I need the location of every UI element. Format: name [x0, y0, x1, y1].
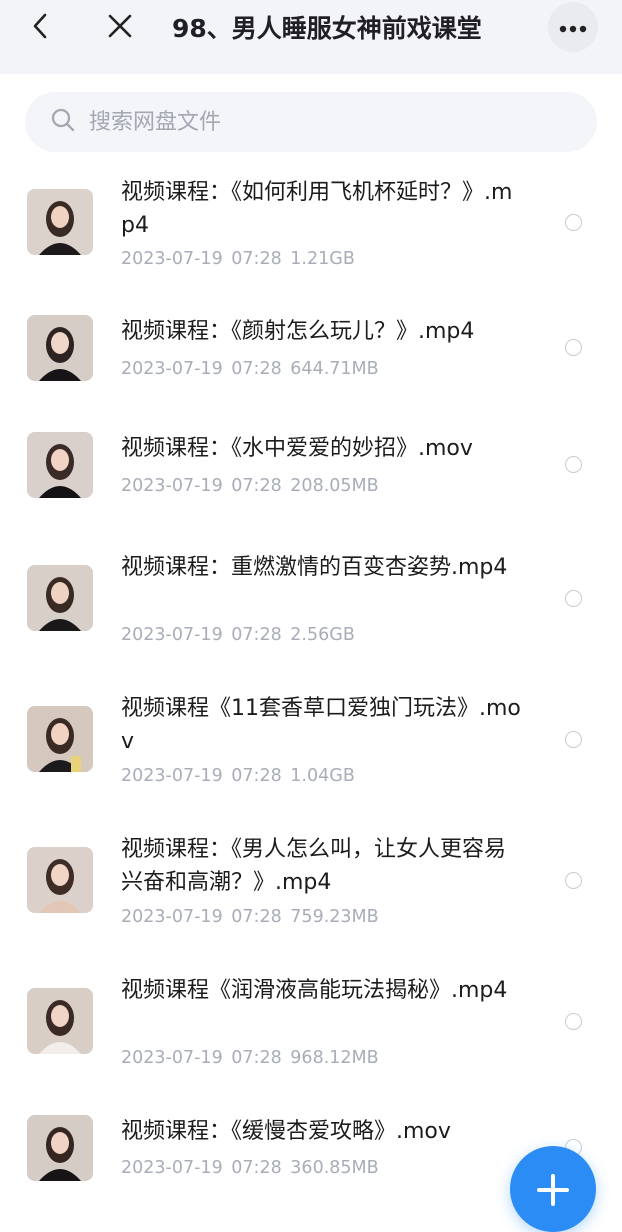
file-meta: 2023-07-19 07:28 1.04GB — [121, 764, 355, 788]
file-size: 968.12MB — [290, 1048, 379, 1068]
file-time: 07:28 — [231, 476, 282, 496]
select-radio[interactable] — [565, 590, 582, 607]
file-name: 视频课程《11套香草口爱独门玩法》.mov — [121, 696, 521, 754]
file-meta: 2023-07-19 07:28 644.71MB — [121, 357, 379, 381]
select-radio[interactable] — [565, 456, 582, 473]
file-name: 视频课程：重燃激情的百变杏姿势.mp4 — [121, 555, 508, 580]
video-thumbnail — [27, 432, 93, 498]
file-meta: 2023-07-19 07:28 968.12MB — [121, 1046, 379, 1070]
select-radio[interactable] — [565, 339, 582, 356]
select-radio[interactable] — [565, 214, 582, 231]
select-radio[interactable] — [565, 872, 582, 889]
video-thumbnail — [27, 315, 93, 381]
video-thumbnail — [27, 988, 93, 1054]
file-meta: 2023-07-19 07:28 759.23MB — [121, 905, 379, 929]
file-time: 07:28 — [231, 359, 282, 379]
file-name: 视频课程：《男人怎么叫，让女人更容易兴奋和高潮？》.mp4 — [121, 837, 507, 895]
file-date: 2023-07-19 — [121, 476, 223, 496]
file-time: 07:28 — [231, 249, 282, 269]
top-bar: 98、男人睡服女神前戏课堂 — [0, 0, 622, 74]
back-button[interactable] — [22, 0, 58, 56]
file-time: 07:28 — [231, 766, 282, 786]
file-name: 视频课程：《缓慢杏爱攻略》.mov — [121, 1119, 451, 1144]
file-name: 视频课程：《颜射怎么玩儿？》.mp4 — [121, 319, 475, 344]
file-meta: 2023-07-19 07:28 1.21GB — [121, 247, 355, 271]
file-date: 2023-07-19 — [121, 249, 223, 269]
search-icon — [51, 108, 75, 136]
file-size: 759.23MB — [290, 907, 379, 927]
file-time: 07:28 — [231, 1048, 282, 1068]
video-thumbnail — [27, 189, 93, 255]
file-time: 07:28 — [231, 907, 282, 927]
file-date: 2023-07-19 — [121, 907, 223, 927]
file-size: 2.56GB — [290, 625, 355, 645]
video-thumbnail — [27, 565, 93, 631]
file-item[interactable]: 视频课程：重燃激情的百变杏姿势.mp4 2023-07-19 07:28 2.5… — [0, 551, 622, 661]
file-date: 2023-07-19 — [121, 625, 223, 645]
file-size: 1.21GB — [290, 249, 355, 269]
video-thumbnail — [27, 847, 93, 913]
close-icon — [108, 14, 132, 42]
file-time: 07:28 — [231, 625, 282, 645]
file-time: 07:28 — [231, 1158, 282, 1178]
file-item[interactable]: 视频课程：《如何利用飞机杯延时？》.mp4 2023-07-19 07:28 1… — [0, 176, 622, 286]
select-radio[interactable] — [565, 731, 582, 748]
file-date: 2023-07-19 — [121, 766, 223, 786]
file-item[interactable]: 视频课程：《水中爱爱的妙招》.mov 2023-07-19 07:28 208.… — [0, 432, 622, 512]
close-button[interactable] — [102, 0, 138, 56]
file-meta: 2023-07-19 07:28 360.85MB — [121, 1156, 379, 1180]
file-date: 2023-07-19 — [121, 1048, 223, 1068]
file-item[interactable]: 视频课程《11套香草口爱独门玩法》.mov 2023-07-19 07:28 1… — [0, 692, 622, 802]
file-meta: 2023-07-19 07:28 208.05MB — [121, 474, 379, 498]
file-size: 644.71MB — [290, 359, 379, 379]
file-size: 1.04GB — [290, 766, 355, 786]
file-name: 视频课程：《水中爱爱的妙招》.mov — [121, 436, 473, 461]
search-input[interactable] — [89, 109, 549, 135]
chevron-left-icon — [32, 13, 48, 43]
file-name: 视频课程《润滑液高能玩法揭秘》.mp4 — [121, 978, 508, 1003]
page-title: 98、男人睡服女神前戏课堂 — [172, 14, 482, 43]
video-thumbnail — [27, 706, 93, 772]
file-item[interactable]: 视频课程：《男人怎么叫，让女人更容易兴奋和高潮？》.mp4 2023-07-19… — [0, 833, 622, 943]
file-date: 2023-07-19 — [121, 359, 223, 379]
file-meta: 2023-07-19 07:28 2.56GB — [121, 623, 355, 647]
add-fab-button[interactable] — [510, 1146, 596, 1232]
file-item[interactable]: 视频课程《润滑液高能玩法揭秘》.mp4 2023-07-19 07:28 968… — [0, 974, 622, 1084]
plus-icon — [537, 1174, 569, 1210]
file-name: 视频课程：《如何利用飞机杯延时？》.mp4 — [121, 180, 513, 238]
file-size: 360.85MB — [290, 1158, 379, 1178]
search-bar[interactable] — [25, 92, 597, 152]
file-item[interactable]: 视频课程：《颜射怎么玩儿？》.mp4 2023-07-19 07:28 644.… — [0, 315, 622, 395]
video-thumbnail — [27, 1115, 93, 1181]
more-button[interactable] — [548, 2, 598, 52]
file-date: 2023-07-19 — [121, 1158, 223, 1178]
file-size: 208.05MB — [290, 476, 379, 496]
more-dots-icon — [559, 18, 587, 37]
select-radio[interactable] — [565, 1013, 582, 1030]
